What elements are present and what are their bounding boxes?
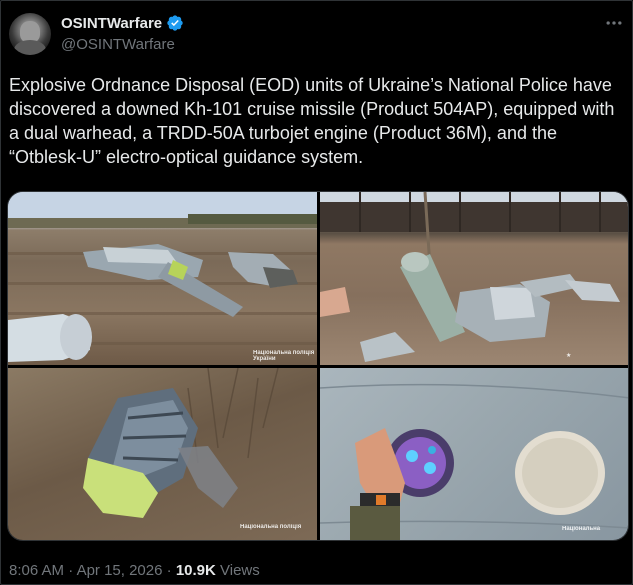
tweet-date[interactable]: Apr 15, 2026 — [77, 562, 163, 579]
watermark-photo-1: Національна поліція України — [253, 350, 315, 362]
author-names: OSINTWarfare @OSINTWarfare — [61, 13, 184, 53]
author-display-name[interactable]: OSINTWarfare — [61, 15, 162, 32]
tweet-header: OSINTWarfare @OSINTWarfare — [9, 13, 624, 57]
footer-separator-2: · — [166, 562, 172, 579]
tweet-time[interactable]: 8:06 AM — [9, 562, 64, 579]
photo-missile-wreck-field[interactable]: Національна поліція України — [8, 192, 317, 365]
media-grid: Національна поліція України ★ Національн… — [7, 191, 629, 541]
avatar[interactable] — [9, 13, 51, 55]
watermark-photo-4: Національна — [562, 526, 601, 532]
photo-missile-engine-wreckage[interactable]: ★ — [320, 192, 628, 365]
logo-photo-2: ★ — [566, 353, 572, 359]
tweet-footer: 8:06 AM · Apr 15, 2026 · 10.9K Views — [9, 562, 260, 579]
views-count: 10.9K — [175, 562, 216, 579]
watermark-photo-3: Національна поліція — [240, 524, 302, 530]
author-handle[interactable]: @OSINTWarfare — [61, 36, 184, 53]
footer-separator: · — [68, 562, 74, 579]
photo-turbojet-engine[interactable]: Національна поліція — [8, 368, 317, 540]
tweet-text: Explosive Ordnance Disposal (EOD) units … — [9, 75, 615, 167]
views-label: Views — [220, 562, 260, 579]
more-options-icon[interactable] — [604, 13, 624, 33]
photo-guidance-system[interactable]: Національна — [320, 368, 628, 540]
tweet-card[interactable]: OSINTWarfare @OSINTWarfare Explosive Ord… — [0, 0, 633, 585]
verified-badge-icon — [167, 15, 183, 31]
